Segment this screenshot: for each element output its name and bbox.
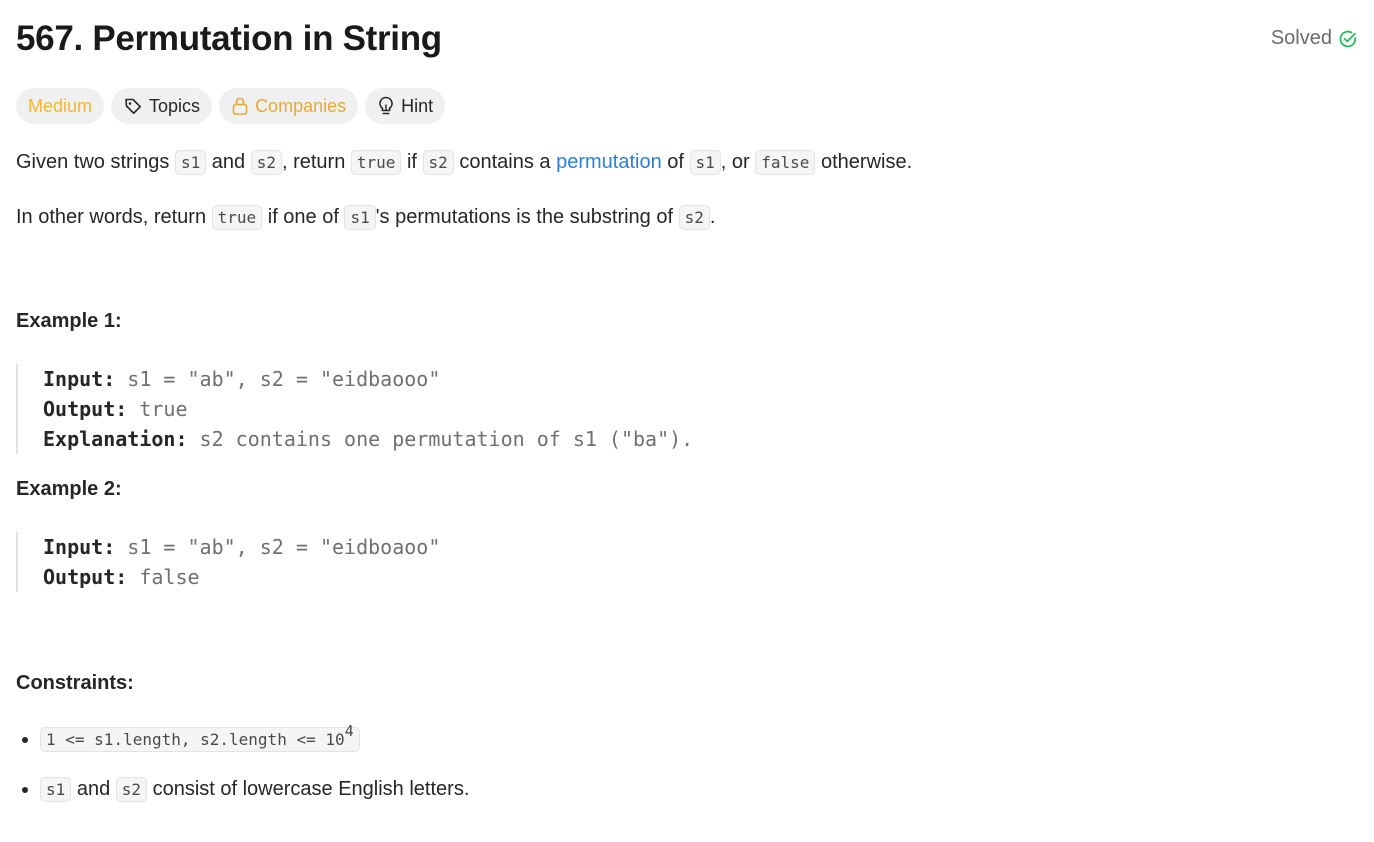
- text: Given two strings: [16, 151, 175, 173]
- difficulty-label: Medium: [28, 95, 93, 116]
- hint-label: Hint: [401, 95, 434, 116]
- output-label: Output:: [43, 397, 128, 421]
- explanation-label: Explanation:: [43, 427, 188, 451]
- text: , or: [720, 151, 756, 173]
- text: if one of: [262, 206, 345, 228]
- explanation-value: s2 contains one permutation of s1 ("ba")…: [187, 427, 694, 451]
- inline-code: false: [755, 150, 816, 175]
- text: , return: [281, 151, 351, 173]
- inline-code: s1: [689, 150, 721, 175]
- problem-header: 567. Permutation in String Solved: [16, 0, 1358, 80]
- description-paragraph-1: Given two strings s1 and s2, return true…: [16, 140, 1358, 185]
- input-label: Input:: [43, 367, 116, 391]
- problem-title: 567. Permutation in String: [16, 19, 442, 58]
- text: contains a: [453, 151, 557, 173]
- inline-code: true: [211, 205, 263, 230]
- inline-code: s2: [422, 150, 454, 175]
- output-value: false: [127, 565, 200, 589]
- check-circle-icon: [1338, 29, 1358, 49]
- lock-icon: [231, 96, 249, 116]
- input-value: s1 = "ab", s2 = "eidbaooo": [115, 367, 441, 391]
- companies-label: Companies: [255, 95, 347, 116]
- inline-code: s1: [174, 150, 207, 175]
- constraint-item: 1 <= s1.length, s2.length <= 104: [40, 718, 469, 768]
- constraints-title: Constraints:: [16, 672, 134, 694]
- constraint-code: 1 <= s1.length, s2.length <= 10: [46, 730, 345, 749]
- inline-code: s1: [344, 205, 376, 230]
- text: of: [661, 151, 690, 173]
- text: 's permutations is the substring of: [375, 206, 679, 228]
- inline-code: s2: [678, 205, 710, 230]
- output-label: Output:: [43, 565, 128, 589]
- tag-icon: [123, 96, 143, 116]
- text: otherwise.: [815, 151, 913, 173]
- description-body: Given two strings s1 and s2, return true…: [16, 140, 1358, 240]
- example-2-block: Input: s1 = "ab", s2 = "eidboaoo" Output…: [16, 532, 440, 592]
- example-1-block: Input: s1 = "ab", s2 = "eidbaooo" Output…: [16, 364, 693, 454]
- topics-button[interactable]: Topics: [111, 88, 213, 124]
- text: In other words, return: [16, 206, 212, 228]
- companies-button[interactable]: Companies: [219, 88, 359, 124]
- exponent: 4: [344, 722, 354, 740]
- solved-status: Solved: [1271, 27, 1358, 50]
- constraints-list: 1 <= s1.length, s2.length <= 104 s1 and …: [16, 718, 469, 818]
- inline-code: s2: [115, 777, 148, 802]
- text: if: [401, 151, 423, 173]
- inline-code: s2: [250, 150, 282, 175]
- input-value: s1 = "ab", s2 = "eidboaoo": [115, 535, 441, 559]
- hint-button[interactable]: Hint: [365, 88, 446, 124]
- text: and: [71, 778, 116, 800]
- difficulty-badge[interactable]: Medium: [16, 88, 105, 124]
- description-paragraph-2: In other words, return true if one of s1…: [16, 195, 1358, 240]
- problem-description: 567. Permutation in String Solved Medium…: [16, 0, 1358, 802]
- inline-code: 1 <= s1.length, s2.length <= 104: [40, 724, 360, 752]
- text: consist of lowercase English letters.: [147, 778, 470, 800]
- example-2-title: Example 2:: [16, 478, 122, 500]
- solved-label: Solved: [1270, 27, 1332, 49]
- inline-code: true: [350, 150, 402, 175]
- inline-code: s1: [40, 777, 72, 802]
- constraint-item: s1 and s2 consist of lowercase English l…: [40, 768, 469, 818]
- lightbulb-icon: [377, 95, 395, 117]
- text: .: [709, 206, 716, 228]
- tag-row: Medium Topics Companies Hint: [16, 88, 446, 124]
- example-1-title: Example 1:: [16, 310, 122, 332]
- text: and: [206, 151, 251, 173]
- input-label: Input:: [43, 535, 116, 559]
- permutation-link[interactable]: permutation: [556, 151, 662, 173]
- output-value: true: [127, 397, 188, 421]
- topics-label: Topics: [149, 95, 201, 116]
